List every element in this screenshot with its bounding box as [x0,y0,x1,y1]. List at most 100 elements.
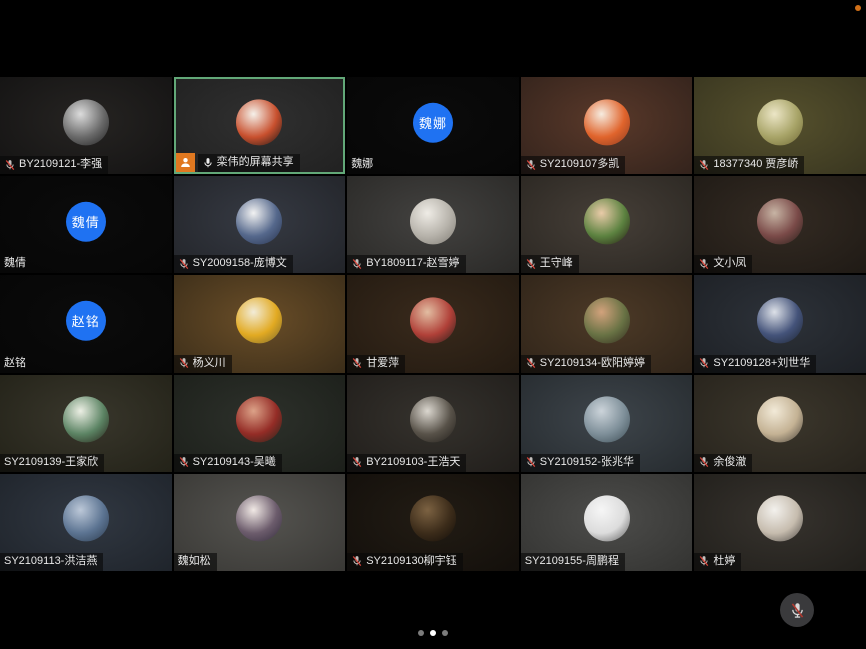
participant-tile[interactable]: 栾伟的屏幕共享 [174,77,346,174]
participant-name: SY2109143-吴曦 [193,456,276,469]
muted-mic-icon [698,555,710,567]
participant-tile[interactable]: SY2109155-周鹏程 [521,474,693,571]
participant-tile[interactable]: SY2109113-洪洁燕 [0,474,172,571]
avatar [584,496,630,542]
participant-name-label: BY2109121-李强 [0,156,108,174]
participant-name-label: SY2109155-周鹏程 [521,553,625,571]
participant-name-label: 文小凤 [694,255,752,273]
participant-name: 魏娜 [351,158,373,171]
muted-mic-icon [4,159,16,171]
participant-tile[interactable]: SY2109143-吴曦 [174,375,346,472]
participant-tile[interactable]: SY2109107多凯 [521,77,693,174]
participant-tile[interactable]: SY2009158-庞博文 [174,176,346,273]
avatar [236,397,282,443]
participant-name: SY2109128+刘世华 [713,357,810,370]
participant-name-label: SY2109139-王家欣 [0,454,104,472]
avatar [584,99,630,145]
muted-mic-icon [178,456,190,468]
muted-mic-icon [178,258,190,270]
avatar [410,496,456,542]
participant-name-label: SY2009158-庞博文 [174,255,293,273]
participant-name: 文小凤 [713,257,746,270]
muted-mic-icon [525,159,537,171]
avatar [410,397,456,443]
participant-name-label: 杨义川 [174,355,232,373]
muted-mic-icon [351,258,363,270]
notification-dot [855,5,861,11]
muted-mic-icon [698,258,710,270]
participant-tile[interactable]: BY2109121-李强 [0,77,172,174]
participant-name-label: 余俊澈 [694,454,752,472]
participant-tile[interactable]: SY2109128+刘世华 [694,275,866,372]
participant-name: SY2109155-周鹏程 [525,555,619,568]
participant-name: SY2109130柳宇钰 [366,555,457,568]
participant-name-label: 赵铭 [0,355,32,373]
meeting-window: { "statusbar": { "notification_dot_color… [0,0,866,649]
avatar [757,198,803,244]
participant-name: SY2109113-洪洁燕 [4,555,97,568]
participant-name-label: 魏娜 [347,156,379,174]
screen-share-user-icon [176,153,195,172]
avatar [236,198,282,244]
pagination-dots[interactable] [418,630,448,636]
participant-name-label: BY2109103-王浩天 [347,454,466,472]
muted-mic-icon [178,357,190,369]
avatar [757,397,803,443]
avatar [757,99,803,145]
avatar: 魏倩 [66,202,106,242]
muted-mic-icon [351,456,363,468]
avatar [63,99,109,145]
participant-name-label: 18377340 贾彦峤 [694,156,804,174]
avatar [757,496,803,542]
avatar [410,297,456,343]
avatar [584,297,630,343]
avatar: 魏娜 [413,102,453,142]
participant-tile[interactable]: BY1809117-赵雪婷 [347,176,519,273]
muted-mic-icon [789,602,806,619]
participant-tile[interactable]: 魏如松 [174,474,346,571]
avatar [63,496,109,542]
participant-tile[interactable]: SY2109139-王家欣 [0,375,172,472]
participant-name-label: SY2109113-洪洁燕 [0,553,103,571]
participant-tile[interactable]: 王守峰 [521,176,693,273]
participant-name: SY2109139-王家欣 [4,456,98,469]
live-mic-icon [202,157,214,169]
avatar: 赵铭 [66,301,106,341]
muted-mic-icon [525,456,537,468]
participant-name: 杜婷 [713,555,735,568]
avatar [757,297,803,343]
participant-tile[interactable]: 赵铭 赵铭 [0,275,172,372]
participant-name: 杨义川 [193,357,226,370]
participant-tile[interactable]: 文小凤 [694,176,866,273]
pagination-dot[interactable] [442,630,448,636]
participant-name: SY2109152-张兆华 [540,456,634,469]
avatar [236,297,282,343]
participant-name: 王守峰 [540,257,573,270]
participant-tile[interactable]: 魏倩 魏倩 [0,176,172,273]
participant-tile[interactable]: 甘爱萍 [347,275,519,372]
participant-name-label: SY2109130柳宇钰 [347,553,463,571]
participant-name-label: 魏倩 [0,255,32,273]
participant-tile[interactable]: 魏娜 魏娜 [347,77,519,174]
participant-name-label: SY2109128+刘世华 [694,355,816,373]
pagination-dot[interactable] [418,630,424,636]
participant-name: SY2009158-庞博文 [193,257,287,270]
mic-toggle-button[interactable] [780,593,814,627]
participant-name: 魏如松 [178,555,211,568]
participant-tile[interactable]: SY2109134-欧阳婷婷 [521,275,693,372]
participant-tile[interactable]: 18377340 贾彦峤 [694,77,866,174]
participant-tile[interactable]: 杨义川 [174,275,346,372]
pagination-dot[interactable] [430,630,436,636]
muted-mic-icon [698,159,710,171]
avatar [584,397,630,443]
participant-tile[interactable]: SY2109130柳宇钰 [347,474,519,571]
participant-name: BY1809117-赵雪婷 [366,257,459,270]
participant-name-label: SY2109143-吴曦 [174,454,282,472]
participant-tile[interactable]: BY2109103-王浩天 [347,375,519,472]
participant-tile[interactable]: 杜婷 [694,474,866,571]
avatar [584,198,630,244]
participant-name: BY2109103-王浩天 [366,456,460,469]
participant-tile[interactable]: 余俊澈 [694,375,866,472]
avatar [236,99,282,145]
participant-tile[interactable]: SY2109152-张兆华 [521,375,693,472]
